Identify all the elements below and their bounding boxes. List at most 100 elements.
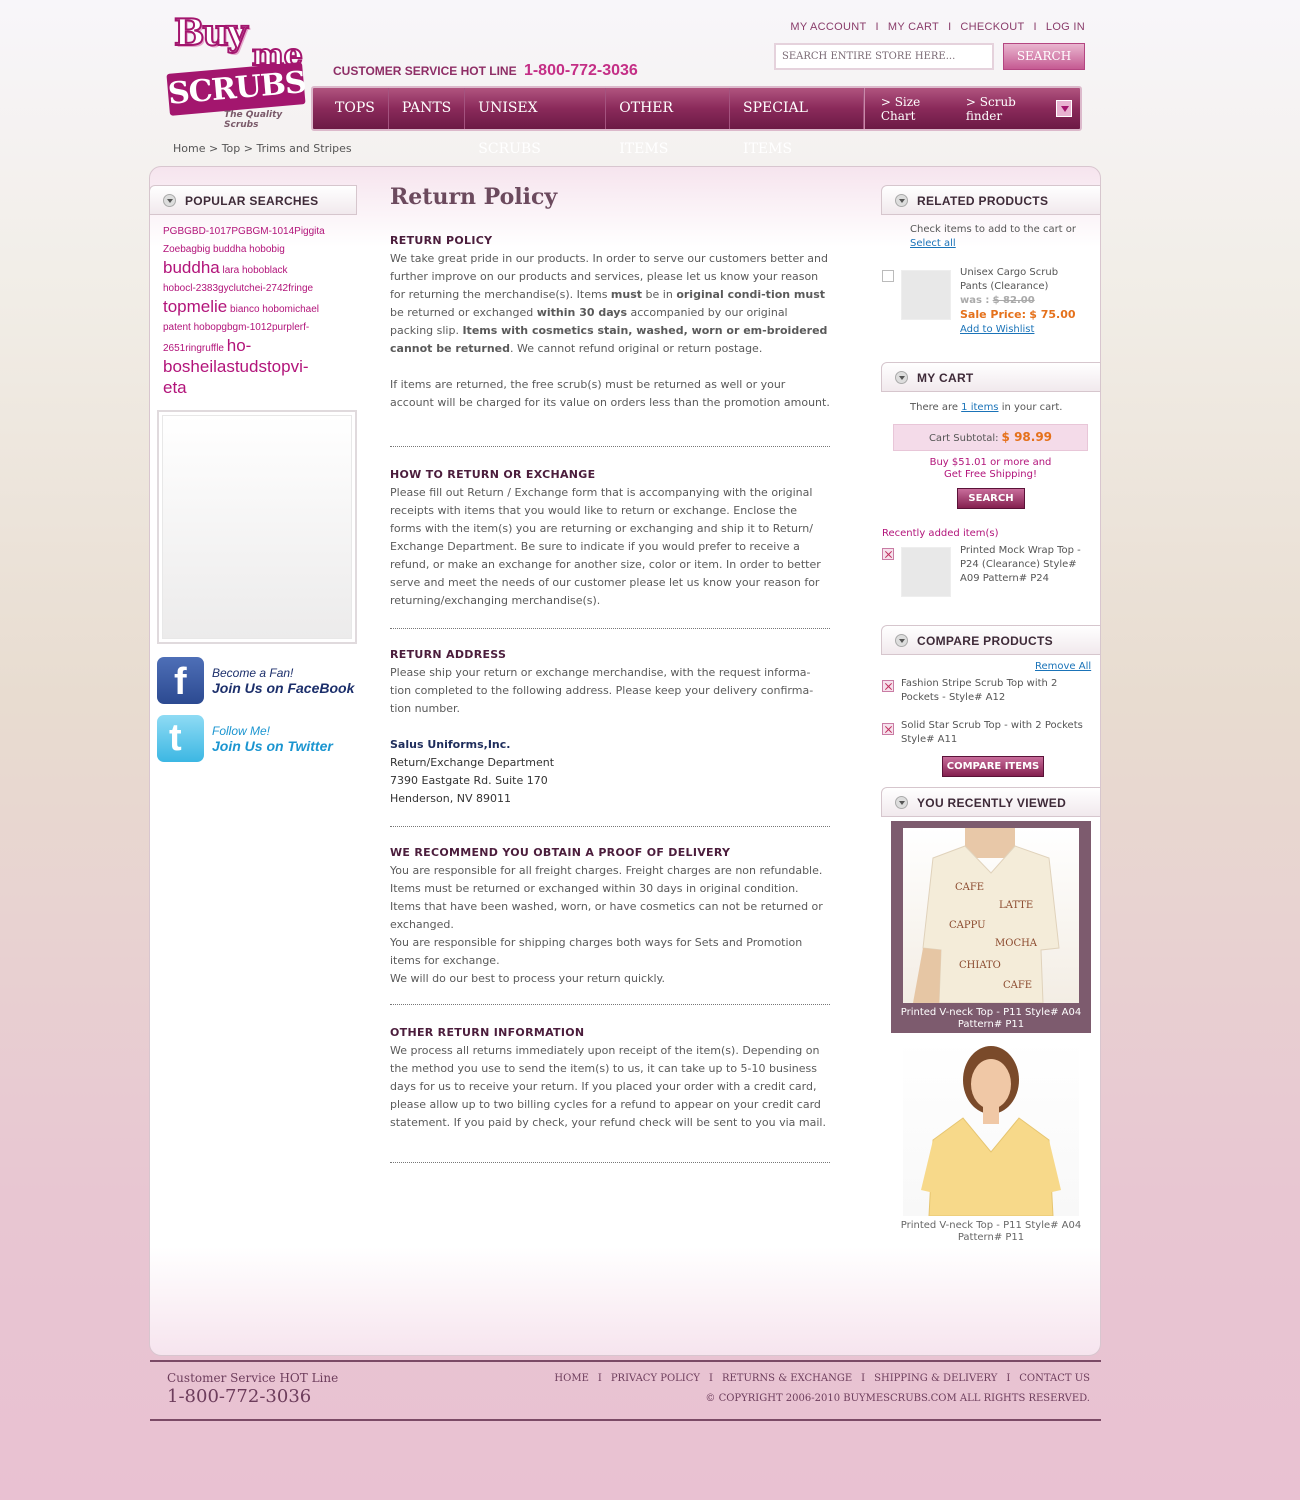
facebook-link[interactable]: f Become a Fan! Join Us on FaceBook: [157, 657, 354, 704]
login-link[interactable]: LOG IN: [1046, 21, 1085, 33]
search-tag[interactable]: patent hobopgbgm-1012purplerf-: [163, 322, 309, 333]
footer-returns-link[interactable]: RETURNS & EXCHANGE: [722, 1373, 852, 1384]
my-cart-link[interactable]: MY CART: [888, 21, 939, 33]
size-chart-link[interactable]: > Size Chart: [881, 95, 950, 123]
footer-privacy-link[interactable]: PRIVACY POLICY: [611, 1373, 700, 1384]
nav-special-items[interactable]: SPECIAL ITEMS: [730, 88, 864, 157]
cart-subtotal: Cart Subtotal: $ 98.99: [893, 424, 1088, 451]
section-heading: RETURN ADDRESS: [390, 648, 507, 661]
separator: I: [875, 21, 879, 33]
site-logo[interactable]: Buy me SCRUBS The Quality Scrubs: [166, 11, 307, 130]
search-tag[interactable]: ho-: [227, 336, 252, 355]
top-links: MY ACCOUNT I MY CART I CHECKOUT I LOG IN: [790, 21, 1085, 33]
related-product-name[interactable]: Unisex Cargo Scrub Pants (Clearance): [960, 267, 1058, 292]
section-heading: WE RECOMMEND YOU OBTAIN A PROOF OF DELIV…: [390, 846, 731, 859]
section-body: Please ship your return or exchange merc…: [390, 666, 814, 715]
facebook-line1: Become a Fan!: [212, 665, 294, 680]
cart-items-link[interactable]: 1 items: [961, 402, 998, 413]
related-product-info: Unisex Cargo Scrub Pants (Clearance) was…: [960, 266, 1085, 337]
twitter-icon: t: [157, 715, 204, 762]
product-image: CAFE LATTE CAPPU MOCHA CHIATO CAFE: [903, 828, 1079, 1003]
section-body: We will do our best to process your retu…: [390, 972, 665, 985]
product-image[interactable]: [903, 1040, 1079, 1216]
remove-item-icon[interactable]: [882, 548, 894, 560]
search-tag[interactable]: Zoebagbig buddha hobobig: [163, 244, 285, 255]
search-tag[interactable]: lara hoboblack: [223, 265, 288, 276]
svg-text:LATTE: LATTE: [999, 900, 1033, 911]
search-tag[interactable]: 2651ringruffle: [163, 343, 224, 354]
related-intro: Check items to add to the cart or Select…: [910, 224, 1077, 249]
twitter-link[interactable]: t Follow Me! Join Us on Twitter: [157, 715, 333, 762]
search-tag[interactable]: eta: [163, 378, 187, 397]
search-button[interactable]: SEARCH: [1003, 43, 1085, 70]
customer-service-hotline: CUSTOMER SERVICE HOT LINE 1-800-772-3036: [333, 62, 638, 80]
address-line: Return/Exchange Department: [390, 756, 555, 769]
section-body: We process all returns immediately upon …: [390, 1044, 826, 1129]
search-tag[interactable]: bosheilastudstopvi-: [163, 357, 309, 376]
search-tag[interactable]: buddha: [163, 258, 220, 277]
add-to-wishlist-link[interactable]: Add to Wishlist: [960, 324, 1034, 335]
separator: I: [1006, 1373, 1011, 1384]
remove-compare-icon[interactable]: [882, 723, 894, 735]
search-tag[interactable]: PGBGBD-1017PGBGM-1014Piggita: [163, 226, 325, 237]
divider: [390, 826, 830, 827]
nav-tops[interactable]: TOPS: [313, 88, 389, 129]
footer-hotline-number: 1-800-772-3036: [167, 1386, 312, 1407]
recently-viewed-title: YOU RECENTLY VIEWED: [917, 796, 1067, 810]
collapse-arrow-icon[interactable]: [895, 634, 908, 647]
recent-item-name[interactable]: Printed Mock Wrap Top - P24 (Clearance) …: [960, 544, 1090, 586]
recently-viewed-item[interactable]: CAFE LATTE CAPPU MOCHA CHIATO CAFE Printed …: [891, 821, 1091, 1033]
collapse-arrow-icon[interactable]: [895, 371, 908, 384]
cart-summary: There are 1 items in your cart.: [910, 402, 1063, 413]
nav-other-items[interactable]: OTHER ITEMS: [606, 88, 731, 157]
ad-banner[interactable]: [157, 410, 357, 644]
popular-search-tags: PGBGBD-1017PGBGM-1014Piggita Zoebagbig b…: [163, 223, 353, 400]
viewed-item-caption[interactable]: Printed V-neck Top - P11 Style# A04 Patt…: [891, 1220, 1091, 1244]
address-line: Henderson, NV 89011: [390, 792, 511, 805]
my-account-link[interactable]: MY ACCOUNT: [790, 21, 866, 33]
subtotal-label: Cart Subtotal:: [928, 433, 999, 444]
compare-items-button[interactable]: COMPARE ITEMS: [942, 756, 1044, 777]
footer-shipping-link[interactable]: SHIPPING & DELIVERY: [874, 1373, 997, 1384]
sale-price: $ 75.00: [1029, 308, 1076, 321]
compare-item[interactable]: Solid Star Scrub Top - with 2 Pockets St…: [901, 719, 1086, 747]
collapse-arrow-icon[interactable]: [895, 194, 908, 207]
cart-search-button[interactable]: SEARCH: [957, 488, 1025, 509]
related-product-checkbox[interactable]: [882, 270, 894, 282]
sale-label: Sale Price:: [960, 308, 1027, 321]
search-tag[interactable]: topmelie: [163, 297, 227, 316]
checkout-link[interactable]: CHECKOUT: [960, 21, 1024, 33]
search-tag[interactable]: hobocl-2383gyclutchei-2742fringe: [163, 283, 313, 294]
footer-contact-link[interactable]: CONTACT US: [1019, 1373, 1090, 1384]
facebook-icon: f: [157, 657, 204, 704]
select-all-link[interactable]: Select all: [910, 238, 956, 249]
section-heading: OTHER RETURN INFORMATION: [390, 1026, 585, 1039]
related-product-thumbnail[interactable]: [901, 270, 951, 320]
separator: I: [709, 1373, 713, 1384]
logo-tagline: The Quality Scrubs: [224, 110, 283, 130]
compare-item[interactable]: Fashion Stripe Scrub Top with 2 Pockets …: [901, 677, 1086, 705]
page-title: Return Policy: [390, 184, 558, 210]
popular-searches-header: POPULAR SEARCHES: [149, 185, 357, 215]
collapse-arrow-icon[interactable]: [895, 796, 908, 809]
search-input[interactable]: SEARCH ENTIRE STORE HERE...: [774, 43, 994, 70]
search-tag[interactable]: bianco hobomichael: [230, 304, 319, 315]
hotline-number: 1-800-772-3036: [523, 62, 638, 79]
address-company: Salus Uniforms,Inc.: [390, 738, 511, 751]
section-heading: HOW TO RETURN OR EXCHANGE: [390, 468, 596, 481]
recent-item-thumbnail[interactable]: [901, 547, 951, 597]
remove-compare-icon[interactable]: [882, 680, 894, 692]
section-body: We take great pride in our products. In …: [390, 252, 828, 355]
chevron-down-icon[interactable]: [1055, 100, 1072, 117]
other-return-info-section: OTHER RETURN INFORMATION We process all …: [390, 1024, 830, 1132]
remove-all-link[interactable]: Remove All: [1035, 660, 1091, 674]
separator: I: [861, 1373, 866, 1384]
collapse-arrow-icon[interactable]: [163, 194, 176, 207]
nav-pants[interactable]: PANTS: [389, 88, 466, 129]
recently-added-heading: Recently added item(s): [882, 528, 999, 539]
nav-unisex-scrubs[interactable]: UNISEX SCRUBS: [465, 88, 607, 157]
footer-home-link[interactable]: HOME: [554, 1373, 588, 1384]
subtotal-amount: $ 98.99: [1001, 430, 1053, 444]
scrub-finder-link[interactable]: > Scrub finder: [966, 95, 1046, 123]
logo-scrubs-text: SCRUBS: [166, 62, 307, 116]
